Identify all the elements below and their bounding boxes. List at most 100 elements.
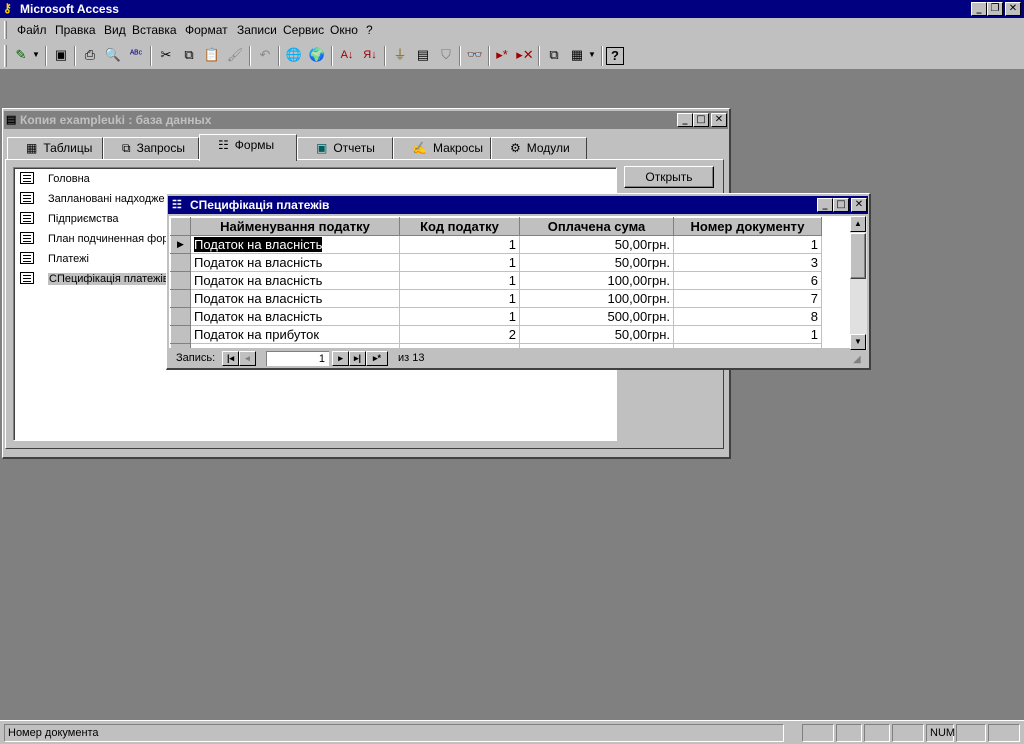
table-cell[interactable]: 50,00грн. xyxy=(519,325,674,344)
restore-button[interactable]: ❐ xyxy=(987,2,1003,16)
table-row[interactable]: Податок на власність 1 50,00грн. 3 xyxy=(170,253,822,272)
table-cell[interactable]: 1 xyxy=(673,235,822,254)
sort-ascending-icon[interactable]: A↓ xyxy=(336,45,358,67)
tab-forms[interactable]: ☷ Формы xyxy=(199,134,297,161)
table-cell[interactable]: 1 xyxy=(399,307,520,326)
table-cell[interactable]: 7 xyxy=(673,289,822,308)
next-record-icon[interactable]: ▸ xyxy=(332,351,349,366)
table-cell[interactable]: Податок на власність xyxy=(190,253,400,272)
menu-help[interactable]: ? xyxy=(366,23,373,37)
table-cell[interactable]: Податок на власність xyxy=(190,235,400,254)
row-selector[interactable] xyxy=(170,289,191,308)
menu-file[interactable]: Файл xyxy=(17,23,47,37)
cut-icon[interactable]: ✂ xyxy=(155,45,177,67)
view-dropdown-icon[interactable]: ▼ xyxy=(30,45,42,67)
tab-modules[interactable]: ⚙ Модули xyxy=(491,137,587,159)
resize-grip-icon[interactable]: ◢ xyxy=(853,354,861,365)
help-icon[interactable]: ? xyxy=(606,47,624,65)
tab-macros[interactable]: ✍ Макросы xyxy=(393,137,491,159)
table-cell[interactable]: 8 xyxy=(673,307,822,326)
menu-records[interactable]: Записи xyxy=(237,23,277,37)
tab-reports[interactable]: ▣ Отчеты xyxy=(297,137,393,159)
print-icon[interactable]: ⎙ xyxy=(79,45,101,67)
delete-record-icon[interactable]: ▸✕ xyxy=(514,45,536,67)
new-record-icon[interactable]: ▸* xyxy=(491,45,513,67)
new-record-nav-icon[interactable]: ▸* xyxy=(366,351,388,366)
table-cell[interactable] xyxy=(673,343,822,348)
save-icon[interactable]: ▣ xyxy=(50,45,72,67)
menu-window[interactable]: Окно xyxy=(330,23,358,37)
scroll-down-icon[interactable]: ▼ xyxy=(850,334,866,350)
print-preview-icon[interactable]: 🔍 xyxy=(102,45,124,67)
table-cell[interactable]: 1 xyxy=(399,235,520,254)
database-window-icon[interactable]: ⧉ xyxy=(543,45,565,67)
design-view-icon[interactable]: ✎ xyxy=(10,45,32,67)
menu-edit[interactable]: Правка xyxy=(55,23,96,37)
table-cell[interactable]: 50,00грн. xyxy=(519,253,674,272)
form-minimize-button[interactable]: _ xyxy=(817,198,833,212)
menu-tools[interactable]: Сервис xyxy=(283,23,324,37)
minimize-button[interactable]: _ xyxy=(971,2,987,16)
table-cell[interactable]: 1 xyxy=(399,253,520,272)
row-selector[interactable] xyxy=(170,325,191,344)
open-button[interactable]: Открыть xyxy=(624,166,714,188)
row-selector[interactable] xyxy=(170,271,191,290)
table-cell[interactable]: Податок на власність xyxy=(190,307,400,326)
db-maximize-button[interactable]: □ xyxy=(693,113,709,127)
form-close-button[interactable]: ✕ xyxy=(851,198,867,212)
table-row[interactable]: Податок на власність 1 500,00грн. 8 xyxy=(170,307,822,326)
apply-filter-icon[interactable]: ⛉ xyxy=(435,45,457,67)
row-selector[interactable] xyxy=(170,343,191,348)
table-cell[interactable]: 2 xyxy=(399,325,520,344)
list-item[interactable]: Заплановані надходже xyxy=(20,190,165,208)
menu-insert[interactable]: Вставка xyxy=(132,23,177,37)
last-record-icon[interactable]: ▸| xyxy=(349,351,366,366)
table-cell[interactable] xyxy=(519,343,674,348)
table-cell[interactable] xyxy=(399,343,520,348)
undo-icon[interactable]: ↶ xyxy=(254,45,276,67)
sort-descending-icon[interactable]: Я↓ xyxy=(359,45,381,67)
table-row[interactable]: Податок на власність 1 100,00грн. 7 xyxy=(170,289,822,308)
current-record-indicator-icon[interactable]: ▶ xyxy=(170,235,191,254)
menu-view[interactable]: Вид xyxy=(104,23,126,37)
list-item[interactable]: План подчиненная фор xyxy=(20,230,168,248)
list-item-selected[interactable]: СПецифікація платежів xyxy=(20,270,170,288)
spelling-icon[interactable]: ᴬᴮᶜ xyxy=(125,45,147,67)
column-header[interactable]: Найменування податку xyxy=(190,217,400,236)
table-cell[interactable] xyxy=(190,343,400,348)
column-header[interactable]: Код податку xyxy=(399,217,520,236)
row-selector[interactable] xyxy=(170,307,191,326)
scrollbar-thumb[interactable] xyxy=(850,233,866,279)
new-object-dropdown-icon[interactable]: ▼ xyxy=(586,45,598,67)
table-cell[interactable]: 1 xyxy=(399,271,520,290)
previous-record-icon[interactable]: ◂ xyxy=(239,351,256,366)
table-cell[interactable]: 6 xyxy=(673,271,822,290)
list-item[interactable]: Головна xyxy=(20,170,90,188)
table-cell[interactable]: 100,00грн. xyxy=(519,271,674,290)
scroll-up-icon[interactable]: ▲ xyxy=(850,216,866,232)
vertical-scrollbar[interactable]: ▲ ▼ xyxy=(850,216,867,350)
menu-format[interactable]: Формат xyxy=(185,23,228,37)
tab-queries[interactable]: ⧉ Запросы xyxy=(103,137,199,159)
find-icon[interactable]: 👓 xyxy=(464,45,486,67)
select-all-corner[interactable] xyxy=(170,217,191,236)
db-close-button[interactable]: ✕ xyxy=(711,113,727,127)
table-row[interactable]: ▶ Податок на власність 1 50,00грн. 1 xyxy=(170,235,822,254)
web-toolbar-icon[interactable]: 🌍 xyxy=(306,45,328,67)
table-cell[interactable]: 50,00грн. xyxy=(519,235,674,254)
table-cell[interactable]: Податок на власність xyxy=(190,271,400,290)
list-item[interactable]: Підприємства xyxy=(20,210,119,228)
table-cell[interactable]: 100,00грн. xyxy=(519,289,674,308)
row-selector[interactable] xyxy=(170,253,191,272)
table-cell[interactable]: 1 xyxy=(673,325,822,344)
column-header[interactable]: Номер документу xyxy=(673,217,822,236)
list-item[interactable]: Платежі xyxy=(20,250,89,268)
form-maximize-button[interactable]: □ xyxy=(833,198,849,212)
table-row[interactable]: Податок на власність 1 100,00грн. 6 xyxy=(170,271,822,290)
table-cell[interactable]: Податок на власність xyxy=(190,289,400,308)
close-button[interactable]: ✕ xyxy=(1005,2,1021,16)
table-cell[interactable]: 1 xyxy=(399,289,520,308)
format-painter-icon[interactable]: 🖌 xyxy=(224,45,246,67)
table-row[interactable]: Податок на прибуток 2 50,00грн. 1 xyxy=(170,325,822,344)
new-object-icon[interactable]: ▦ xyxy=(566,45,588,67)
